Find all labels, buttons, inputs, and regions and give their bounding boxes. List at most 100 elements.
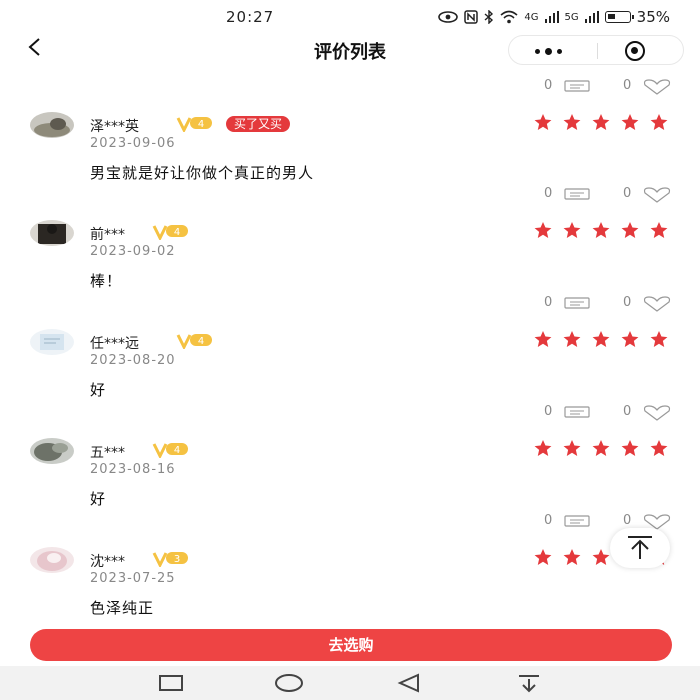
comment-icon[interactable] [564,80,590,94]
svg-text:3: 3 [174,554,180,565]
comment-count: 0 [544,78,553,93]
star-icon [621,222,639,238]
review-actions: 0 0 [540,185,680,205]
review-actions: 0 0 [540,403,680,423]
comment-icon[interactable] [564,297,590,311]
bluetooth-icon [484,10,494,24]
review-actions: 0 0 [540,77,680,97]
star-icon [563,549,581,565]
star-rating [534,114,674,130]
battery-icon [604,11,634,23]
review-content: 男宝就是好让你做个真正的男人 [90,164,315,182]
username: 五*** [90,445,125,461]
back-triangle-icon[interactable] [396,673,422,693]
star-icon [592,222,610,238]
star-icon [621,114,639,130]
heart-icon[interactable] [642,296,672,312]
comment-icon[interactable] [564,188,590,202]
comment-icon[interactable] [564,406,590,420]
avatar [30,547,74,573]
avatar [30,438,74,464]
star-icon [650,331,668,347]
like-count: 0 [623,295,632,310]
star-icon [650,440,668,456]
mini-program-capsule [508,35,684,65]
vip-badge-icon: 4 [176,117,212,132]
review-date: 2023-09-02 [90,244,176,259]
status-time: 20:27 [226,8,275,26]
review-date: 2023-09-06 [90,136,176,151]
star-icon [650,114,668,130]
review-content: 好 [90,381,107,399]
star-icon [563,114,581,130]
star-icon [563,331,581,347]
username: 任***远 [90,336,139,352]
review-actions: 0 0 [540,294,680,314]
recent-apps-icon[interactable] [158,673,184,693]
signal-icon [544,11,559,23]
star-icon [563,440,581,456]
star-icon [534,331,552,347]
network-type-4g: 4G [524,11,539,23]
arrow-up-icon [628,536,652,559]
review-date: 2023-08-20 [90,353,176,368]
vip-badge-icon: 4 [152,225,188,240]
svg-text:4: 4 [174,445,180,456]
star-icon [592,549,610,565]
status-bar: 20:27 4G 5G 35% [0,0,700,34]
star-icon [650,222,668,238]
review-content: 色泽纯正 [90,599,155,617]
comment-count: 0 [544,513,553,528]
svg-text:4: 4 [174,227,180,238]
comment-count: 0 [544,295,553,310]
review-date: 2023-07-25 [90,571,176,586]
more-dots-icon[interactable] [531,40,581,60]
review-content: 好 [90,490,107,508]
repurchase-tag: 买了又买 [226,116,291,132]
star-icon [534,114,552,130]
target-icon[interactable] [625,41,645,61]
dot [545,48,552,55]
review-content: 棒！ [90,272,123,290]
dot [535,49,540,54]
star-rating [534,222,674,238]
avatar [30,329,74,355]
review-date: 2023-08-16 [90,462,176,477]
like-count: 0 [623,78,632,93]
username: 泽***英 [90,119,139,135]
svg-text:4: 4 [198,336,204,347]
battery-percent: 35% [636,8,670,26]
vip-badge-icon: 4 [176,334,212,349]
vip-badge-icon: 4 [152,443,188,458]
download-icon[interactable] [516,673,542,693]
svg-text:4: 4 [198,119,204,130]
network-type-5g: 5G [564,11,579,23]
like-count: 0 [623,404,632,419]
nfc-icon [464,10,479,24]
capsule-divider [597,43,598,59]
avatar [30,220,74,246]
scroll-to-top-button[interactable] [610,528,670,568]
star-icon [592,114,610,130]
username: 沈*** [90,554,125,570]
wifi-icon [500,10,518,24]
heart-icon[interactable] [642,79,672,95]
star-rating [534,331,674,347]
comment-icon[interactable] [564,515,590,529]
eye-icon [438,11,459,23]
heart-icon[interactable] [642,187,672,203]
like-count: 0 [623,186,632,201]
star-icon [563,222,581,238]
go-shopping-button[interactable]: 去选购 [30,629,672,661]
star-icon [621,440,639,456]
like-count: 0 [623,513,632,528]
nav-bar: 评价列表 [0,34,700,68]
star-icon [621,331,639,347]
heart-icon[interactable] [642,405,672,421]
avatar [30,112,74,138]
status-icons: 4G 5G 35% [438,8,670,26]
vip-badge-icon: 3 [152,552,188,567]
star-icon [534,549,552,565]
star-icon [592,331,610,347]
home-icon[interactable] [274,673,304,693]
